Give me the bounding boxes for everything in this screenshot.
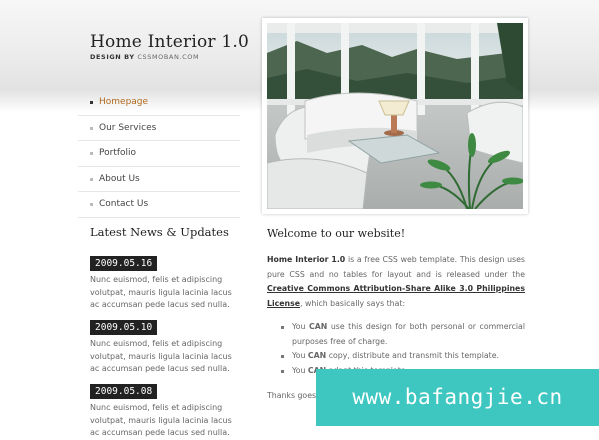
nav-item-portfolio[interactable]: Portfolio: [78, 141, 240, 167]
nav-item-services[interactable]: Our Services: [78, 116, 240, 141]
bullet-text: You: [292, 351, 308, 360]
site-title[interactable]: Home Interior 1.0: [90, 32, 249, 52]
intro-template-name: Home Interior 1.0: [267, 255, 346, 264]
list-item: You CAN use this design for both persona…: [281, 320, 526, 349]
news-text: Nunc euismod, felis et adipiscing volutp…: [90, 403, 232, 437]
bullet-emphasis: CAN: [307, 351, 327, 360]
news-date-badge: 2009.05.10: [90, 320, 158, 335]
credit-label: DESIGN BY: [90, 53, 135, 61]
welcome-heading: Welcome to our website!: [267, 227, 406, 240]
site-credit: DESIGN BY CSSMOBAN.COM: [90, 53, 199, 61]
news-date-badge: 2009.05.16: [90, 256, 158, 271]
hero-image-living-room: [267, 23, 523, 209]
bullet-text: You: [292, 365, 308, 375]
main-nav: Homepage Our Services Portfolio About Us…: [78, 90, 240, 218]
bullet-emphasis: CAN: [308, 322, 328, 331]
news-text: Nunc euismod, felis et adipiscing volutp…: [90, 339, 232, 373]
bullet-text: You: [292, 322, 309, 331]
intro-text-end: , which basically says that:: [300, 298, 406, 308]
news-item: 2009.05.10 Nunc euismod, felis et adipis…: [90, 315, 242, 376]
nav-item-about[interactable]: About Us: [78, 167, 240, 192]
bullet-text: use this design for both personal or com…: [292, 322, 526, 346]
hero-image-frame: [262, 18, 528, 214]
news-item: 2009.05.16 Nunc euismod, felis et adipis…: [90, 251, 242, 312]
intro-paragraph: Home Interior 1.0 is a free CSS web temp…: [267, 253, 525, 311]
news-text: Nunc euismod, felis et adipiscing volutp…: [90, 275, 232, 309]
news-heading: Latest News & Updates: [90, 225, 229, 239]
credit-link[interactable]: CSSMOBAN.COM: [137, 53, 199, 61]
watermark-banner: www.bafangjie.cn: [316, 369, 599, 426]
news-item: 2009.05.08 Nunc euismod, felis et adipis…: [90, 379, 242, 440]
bullet-text: copy, distribute and transmit this templ…: [326, 351, 499, 360]
nav-item-homepage[interactable]: Homepage: [78, 90, 240, 116]
news-date-badge: 2009.05.08: [90, 384, 158, 399]
nav-item-contact[interactable]: Contact Us: [78, 192, 240, 218]
list-item: You CAN copy, distribute and transmit th…: [281, 349, 525, 364]
